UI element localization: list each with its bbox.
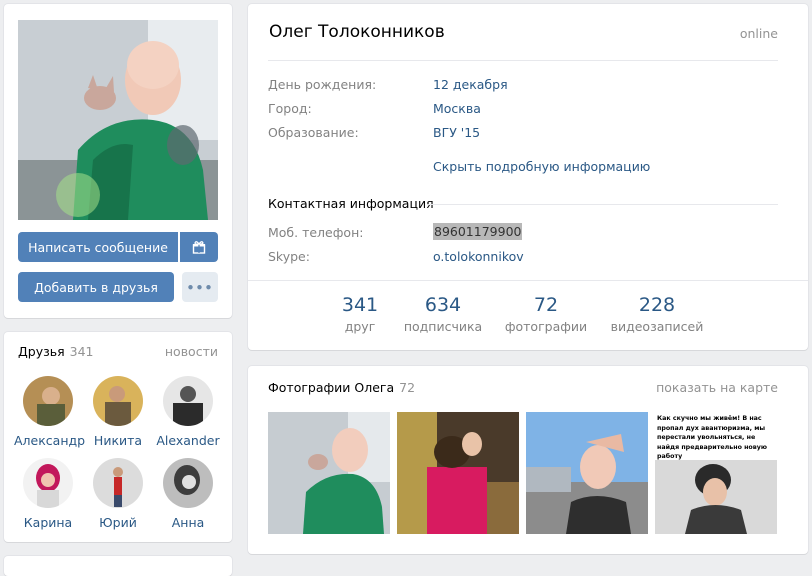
next-block-edge xyxy=(4,556,232,576)
friends-news-link[interactable]: новости xyxy=(165,344,218,359)
friend-name[interactable]: Карина xyxy=(14,515,82,530)
send-message-label: Написать сообщение xyxy=(28,239,168,255)
hide-details-link[interactable]: Скрыть подробную информацию xyxy=(433,159,650,174)
friends-count: 341 xyxy=(69,344,94,359)
photos-counter[interactable]: 72 фотографии xyxy=(496,294,596,334)
friend-item[interactable]: Alexander xyxy=(154,376,222,448)
divider xyxy=(268,60,778,61)
birthday-label: День рождения: xyxy=(268,77,377,92)
friend-item[interactable]: Никита xyxy=(84,376,152,448)
friends-block: Друзья 341 новости Александр Никита Alexa… xyxy=(4,332,232,542)
add-friend-label: Добавить в друзья xyxy=(34,279,158,295)
more-dots-icon: ••• xyxy=(186,279,214,295)
education-label: Образование: xyxy=(268,125,359,140)
friends-title[interactable]: Друзья 341 xyxy=(18,344,94,359)
education-value[interactable]: ВГУ '15 xyxy=(433,125,480,140)
photo-thumbnail[interactable] xyxy=(397,412,519,534)
avatar[interactable] xyxy=(163,458,213,508)
photos-title[interactable]: Фотографии Олега 72 xyxy=(268,380,415,395)
contacts-heading: Контактная информация xyxy=(268,196,434,211)
profile-avatar[interactable] xyxy=(18,20,218,220)
videos-counter[interactable]: 228 видеозаписей xyxy=(607,294,707,334)
phone-value: 89601179900 xyxy=(433,223,523,240)
birthday-value[interactable]: 12 декабря xyxy=(433,77,508,92)
photos-block: Фотографии Олега 72 показать на карте Ка… xyxy=(248,366,808,554)
friend-name[interactable]: Александр xyxy=(14,433,85,448)
avatar[interactable] xyxy=(23,458,73,508)
city-value[interactable]: Москва xyxy=(433,101,481,116)
counter-label: фотографии xyxy=(504,319,588,334)
profile-photo-card: Написать сообщение Добавить в друзья ••• xyxy=(4,4,232,318)
page-title: Олег Толоконников xyxy=(269,22,445,42)
online-status: online xyxy=(739,26,778,41)
skype-value[interactable]: o.tolokonnikov xyxy=(433,249,524,264)
counter-label: видеозаписей xyxy=(610,319,704,334)
avatar[interactable] xyxy=(163,376,213,426)
photo-thumbnail[interactable]: Как скучно мы живём! В нас пропал дух ав… xyxy=(655,412,777,534)
profile-avatar-image xyxy=(18,20,218,220)
friend-item[interactable]: Анна xyxy=(154,458,222,530)
friend-name[interactable]: Юрий xyxy=(84,515,152,530)
gift-icon xyxy=(192,241,206,254)
photo-thumbnail[interactable] xyxy=(268,412,390,534)
friend-item[interactable]: Александр xyxy=(14,376,85,448)
followers-counter[interactable]: 634 подписчика xyxy=(393,294,493,334)
avatar[interactable] xyxy=(93,458,143,508)
divider xyxy=(248,280,808,281)
add-friend-button[interactable]: Добавить в друзья xyxy=(18,272,174,302)
friend-name[interactable]: Никита xyxy=(84,433,152,448)
phone-label: Моб. телефон: xyxy=(268,225,364,240)
profile-info-card: Олег Толоконников online День рождения: … xyxy=(248,4,808,350)
send-gift-button[interactable] xyxy=(180,232,218,262)
counter-label: подписчика xyxy=(403,319,483,334)
friend-item[interactable]: Карина xyxy=(14,458,82,530)
send-message-button[interactable]: Написать сообщение xyxy=(18,232,178,262)
phone-number-selected: 89601179900 xyxy=(433,223,523,240)
friends-title-text: Друзья xyxy=(18,344,65,359)
photo-thumbnail[interactable] xyxy=(526,412,648,534)
counter-number: 228 xyxy=(638,294,676,316)
counter-number: 634 xyxy=(424,294,462,316)
more-actions-button[interactable]: ••• xyxy=(182,272,218,302)
skype-label: Skype: xyxy=(268,249,310,264)
avatar[interactable] xyxy=(23,376,73,426)
friend-name[interactable]: Alexander xyxy=(154,433,222,448)
friend-name[interactable]: Анна xyxy=(154,515,222,530)
meme-caption: Как скучно мы живём! В нас пропал дух ав… xyxy=(657,415,767,460)
avatar[interactable] xyxy=(93,376,143,426)
photos-count: 72 xyxy=(399,380,416,395)
city-label: Город: xyxy=(268,101,312,116)
photos-title-text: Фотографии Олега xyxy=(268,380,395,395)
divider xyxy=(428,204,778,205)
friend-item[interactable]: Юрий xyxy=(84,458,152,530)
show-on-map-link[interactable]: показать на карте xyxy=(656,380,778,395)
counter-number: 72 xyxy=(533,294,559,316)
